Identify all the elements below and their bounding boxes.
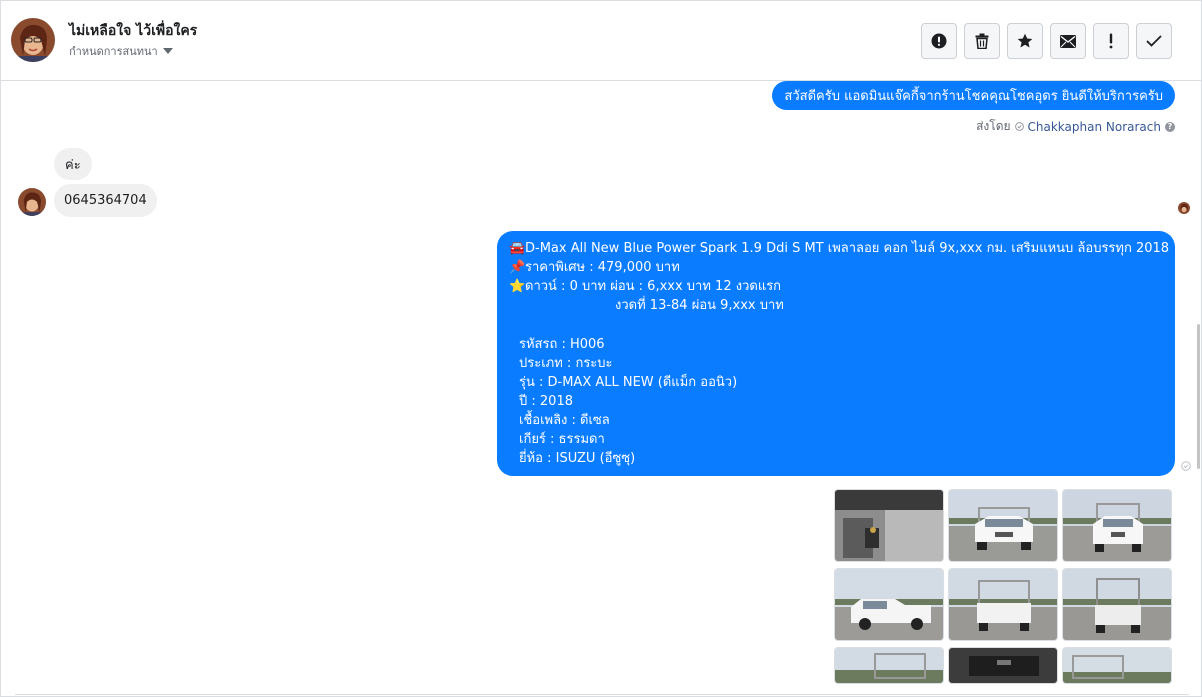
- car-photo[interactable]: [834, 489, 944, 562]
- delete-button[interactable]: [964, 23, 1000, 59]
- listing-message-bubble[interactable]: 🚘D-Max All New Blue Power Spark 1.9 Ddi …: [497, 231, 1175, 476]
- listing-brand: ยี่ห้อ : ISUZU (อีซูซุ): [519, 451, 636, 466]
- listing-type: ประเภท : กระบะ: [519, 356, 613, 371]
- conversation-label-dropdown[interactable]: กำหนดการสนทนา: [69, 42, 173, 60]
- listing-code: รหัสรถ : H006: [519, 337, 605, 352]
- delivered-check-icon: [1181, 461, 1191, 471]
- pushpin-emoji-icon: 📌: [509, 260, 526, 275]
- label-dropdown-text: กำหนดการสนทนา: [69, 45, 158, 58]
- car-emoji-icon: 🚘: [509, 241, 526, 256]
- report-spam-button[interactable]: [921, 23, 957, 59]
- contact-avatar[interactable]: [11, 18, 55, 62]
- car-photo[interactable]: [1062, 489, 1172, 562]
- mark-done-button[interactable]: [1136, 23, 1172, 59]
- listing-line-1: 🚘D-Max All New Blue Power Spark 1.9 Ddi …: [509, 241, 1170, 256]
- car-photo[interactable]: [948, 489, 1058, 562]
- star-emoji-icon: ⭐: [509, 279, 526, 294]
- listing-model: รุ่น : D-MAX ALL NEW (ดีแม็ก ออนิว): [519, 375, 738, 390]
- conversation-header: ไม่เหลือใจ ไว้เพื่อใคร กำหนดการสนทนา: [1, 1, 1201, 81]
- check-circle-icon: [1014, 122, 1024, 131]
- sender-avatar[interactable]: [18, 188, 46, 216]
- car-photo[interactable]: [948, 568, 1058, 641]
- trash-icon: [975, 33, 989, 49]
- contact-name[interactable]: ไม่เหลือใจ ไว้เพื่อใคร: [69, 20, 197, 42]
- star-icon: [1017, 33, 1033, 48]
- follow-up-button[interactable]: [1093, 23, 1129, 59]
- listing-year: ปี : 2018: [519, 394, 573, 409]
- inbox-conversation-panel: ไม่เหลือใจ ไว้เพื่อใคร กำหนดการสนทนา สวั…: [0, 0, 1202, 697]
- car-photo[interactable]: [1062, 568, 1172, 641]
- sent-by-prefix: ส่งโดย: [976, 119, 1011, 133]
- chevron-down-icon: [162, 48, 173, 54]
- incoming-message-text: 0645364704: [64, 193, 147, 208]
- listing-fuel: เชื้อเพลิง : ดีเซล: [519, 413, 610, 428]
- exclamation-icon: [1109, 33, 1113, 49]
- car-photo[interactable]: [1062, 647, 1172, 684]
- car-photo[interactable]: [948, 647, 1058, 684]
- message-list[interactable]: สวัสดีครับ แอดมินแจ๊คกี้จากร้านโชคคุณโชค…: [1, 81, 1201, 696]
- check-icon: [1146, 35, 1162, 47]
- incoming-message-bubble[interactable]: ค่ะ: [54, 148, 92, 180]
- sent-by-info: ส่งโดย Chakkaphan Norarach ?: [976, 117, 1175, 136]
- alert-circle-icon: [931, 33, 947, 49]
- incoming-message-text: ค่ะ: [65, 157, 81, 173]
- envelope-icon: [1060, 34, 1076, 48]
- incoming-message-bubble[interactable]: 0645364704: [54, 184, 157, 217]
- sent-by-agent-link[interactable]: Chakkaphan Norarach: [1028, 120, 1161, 134]
- listing-line-3: ⭐ดาวน์ : 0 บาท ผ่อน : 6,xxx บาท 12 งวดแร…: [509, 279, 782, 294]
- question-mark-icon[interactable]: ?: [1165, 121, 1175, 132]
- outgoing-message-bubble[interactable]: สวัสดีครับ แอดมินแจ๊คกี้จากร้านโชคคุณโชค…: [772, 81, 1175, 110]
- car-photo[interactable]: [834, 568, 944, 641]
- car-photo[interactable]: [834, 647, 944, 684]
- listing-gear: เกียร์ : ธรรมดา: [519, 432, 605, 447]
- mark-unread-button[interactable]: [1050, 23, 1086, 59]
- scrollbar[interactable]: [1197, 324, 1200, 469]
- listing-line-4: งวดที่ 13-84 ผ่อน 9,xxx บาท: [615, 298, 784, 313]
- seen-avatar: [1178, 202, 1190, 214]
- star-button[interactable]: [1007, 23, 1043, 59]
- greeting-message-text: สวัสดีครับ แอดมินแจ๊คกี้จากร้านโชคคุณโชค…: [784, 89, 1163, 104]
- listing-line-2: 📌ราคาพิเศษ : 479,000 บาท: [509, 260, 680, 275]
